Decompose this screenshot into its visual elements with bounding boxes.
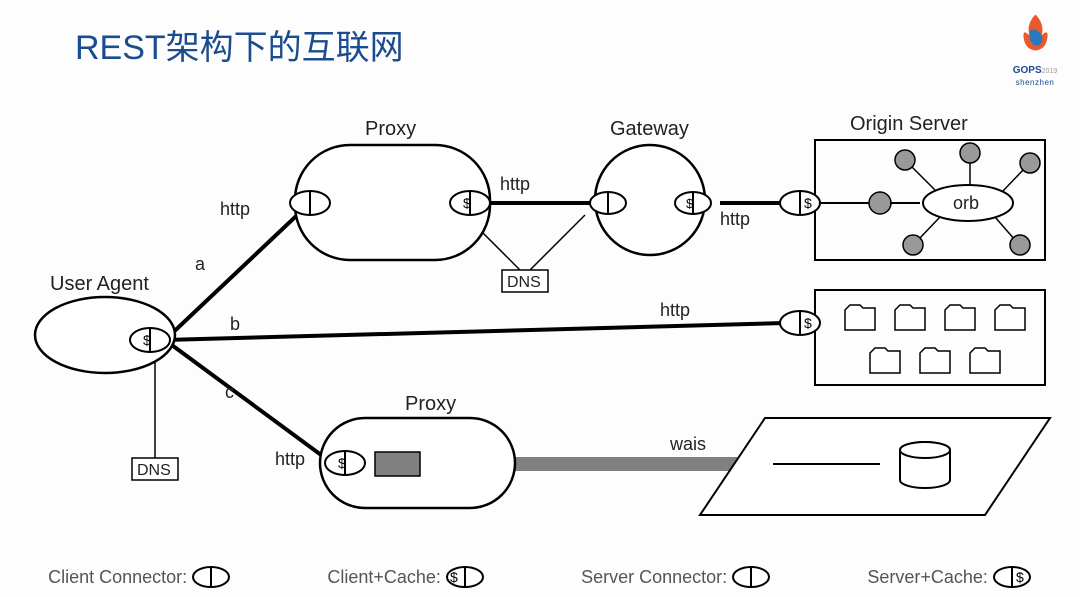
svg-text:$: $: [804, 195, 812, 211]
svg-text:$: $: [338, 455, 346, 471]
proxy2-label: Proxy: [405, 393, 456, 415]
svg-text:$: $: [463, 195, 471, 211]
logo-location: shenzhen: [1005, 78, 1065, 87]
legend-server-cache: Server+Cache: $: [867, 565, 1032, 589]
edge-http-5: http: [275, 449, 305, 469]
legend-client-cache: Client+Cache: $: [327, 565, 485, 589]
path-b-label: b: [230, 314, 240, 334]
path-c-label: c: [225, 382, 234, 402]
svg-text:$: $: [450, 569, 458, 585]
architecture-diagram: a http b http c http http http DNS DNS w…: [0, 90, 1080, 540]
edge-http-2: http: [500, 174, 530, 194]
svg-text:$: $: [686, 196, 694, 211]
logo-year: 2019: [1042, 68, 1058, 75]
svg-text:$: $: [143, 332, 151, 348]
svg-text:$: $: [804, 315, 812, 331]
slide-title: REST架构下的互联网: [75, 20, 404, 69]
user-agent-label: User Agent: [50, 273, 149, 295]
edge-http-1: http: [220, 199, 250, 219]
svg-text:$: $: [1016, 569, 1024, 585]
orb-label: orb: [953, 193, 979, 213]
logo-brand: GOPS: [1013, 65, 1042, 76]
gateway-label: Gateway: [610, 118, 689, 140]
legend: Client Connector: Client+Cache: $ Server…: [0, 565, 1080, 589]
legend-server-connector: Server Connector:: [581, 565, 771, 589]
proxy1-label: Proxy: [365, 118, 416, 140]
flame-icon: [1013, 10, 1058, 55]
dns-box-2: DNS: [137, 462, 171, 479]
path-a-label: a: [195, 254, 206, 274]
dns-box-1: DNS: [507, 274, 541, 291]
legend-client-connector: Client Connector:: [48, 565, 231, 589]
edge-wais: wais: [669, 434, 706, 454]
edge-http-3: http: [720, 209, 750, 229]
edge-http-4: http: [660, 300, 690, 320]
gops-logo: GOPS2019 shenzhen: [1005, 10, 1065, 87]
origin-server-label: Origin Server: [850, 113, 968, 135]
